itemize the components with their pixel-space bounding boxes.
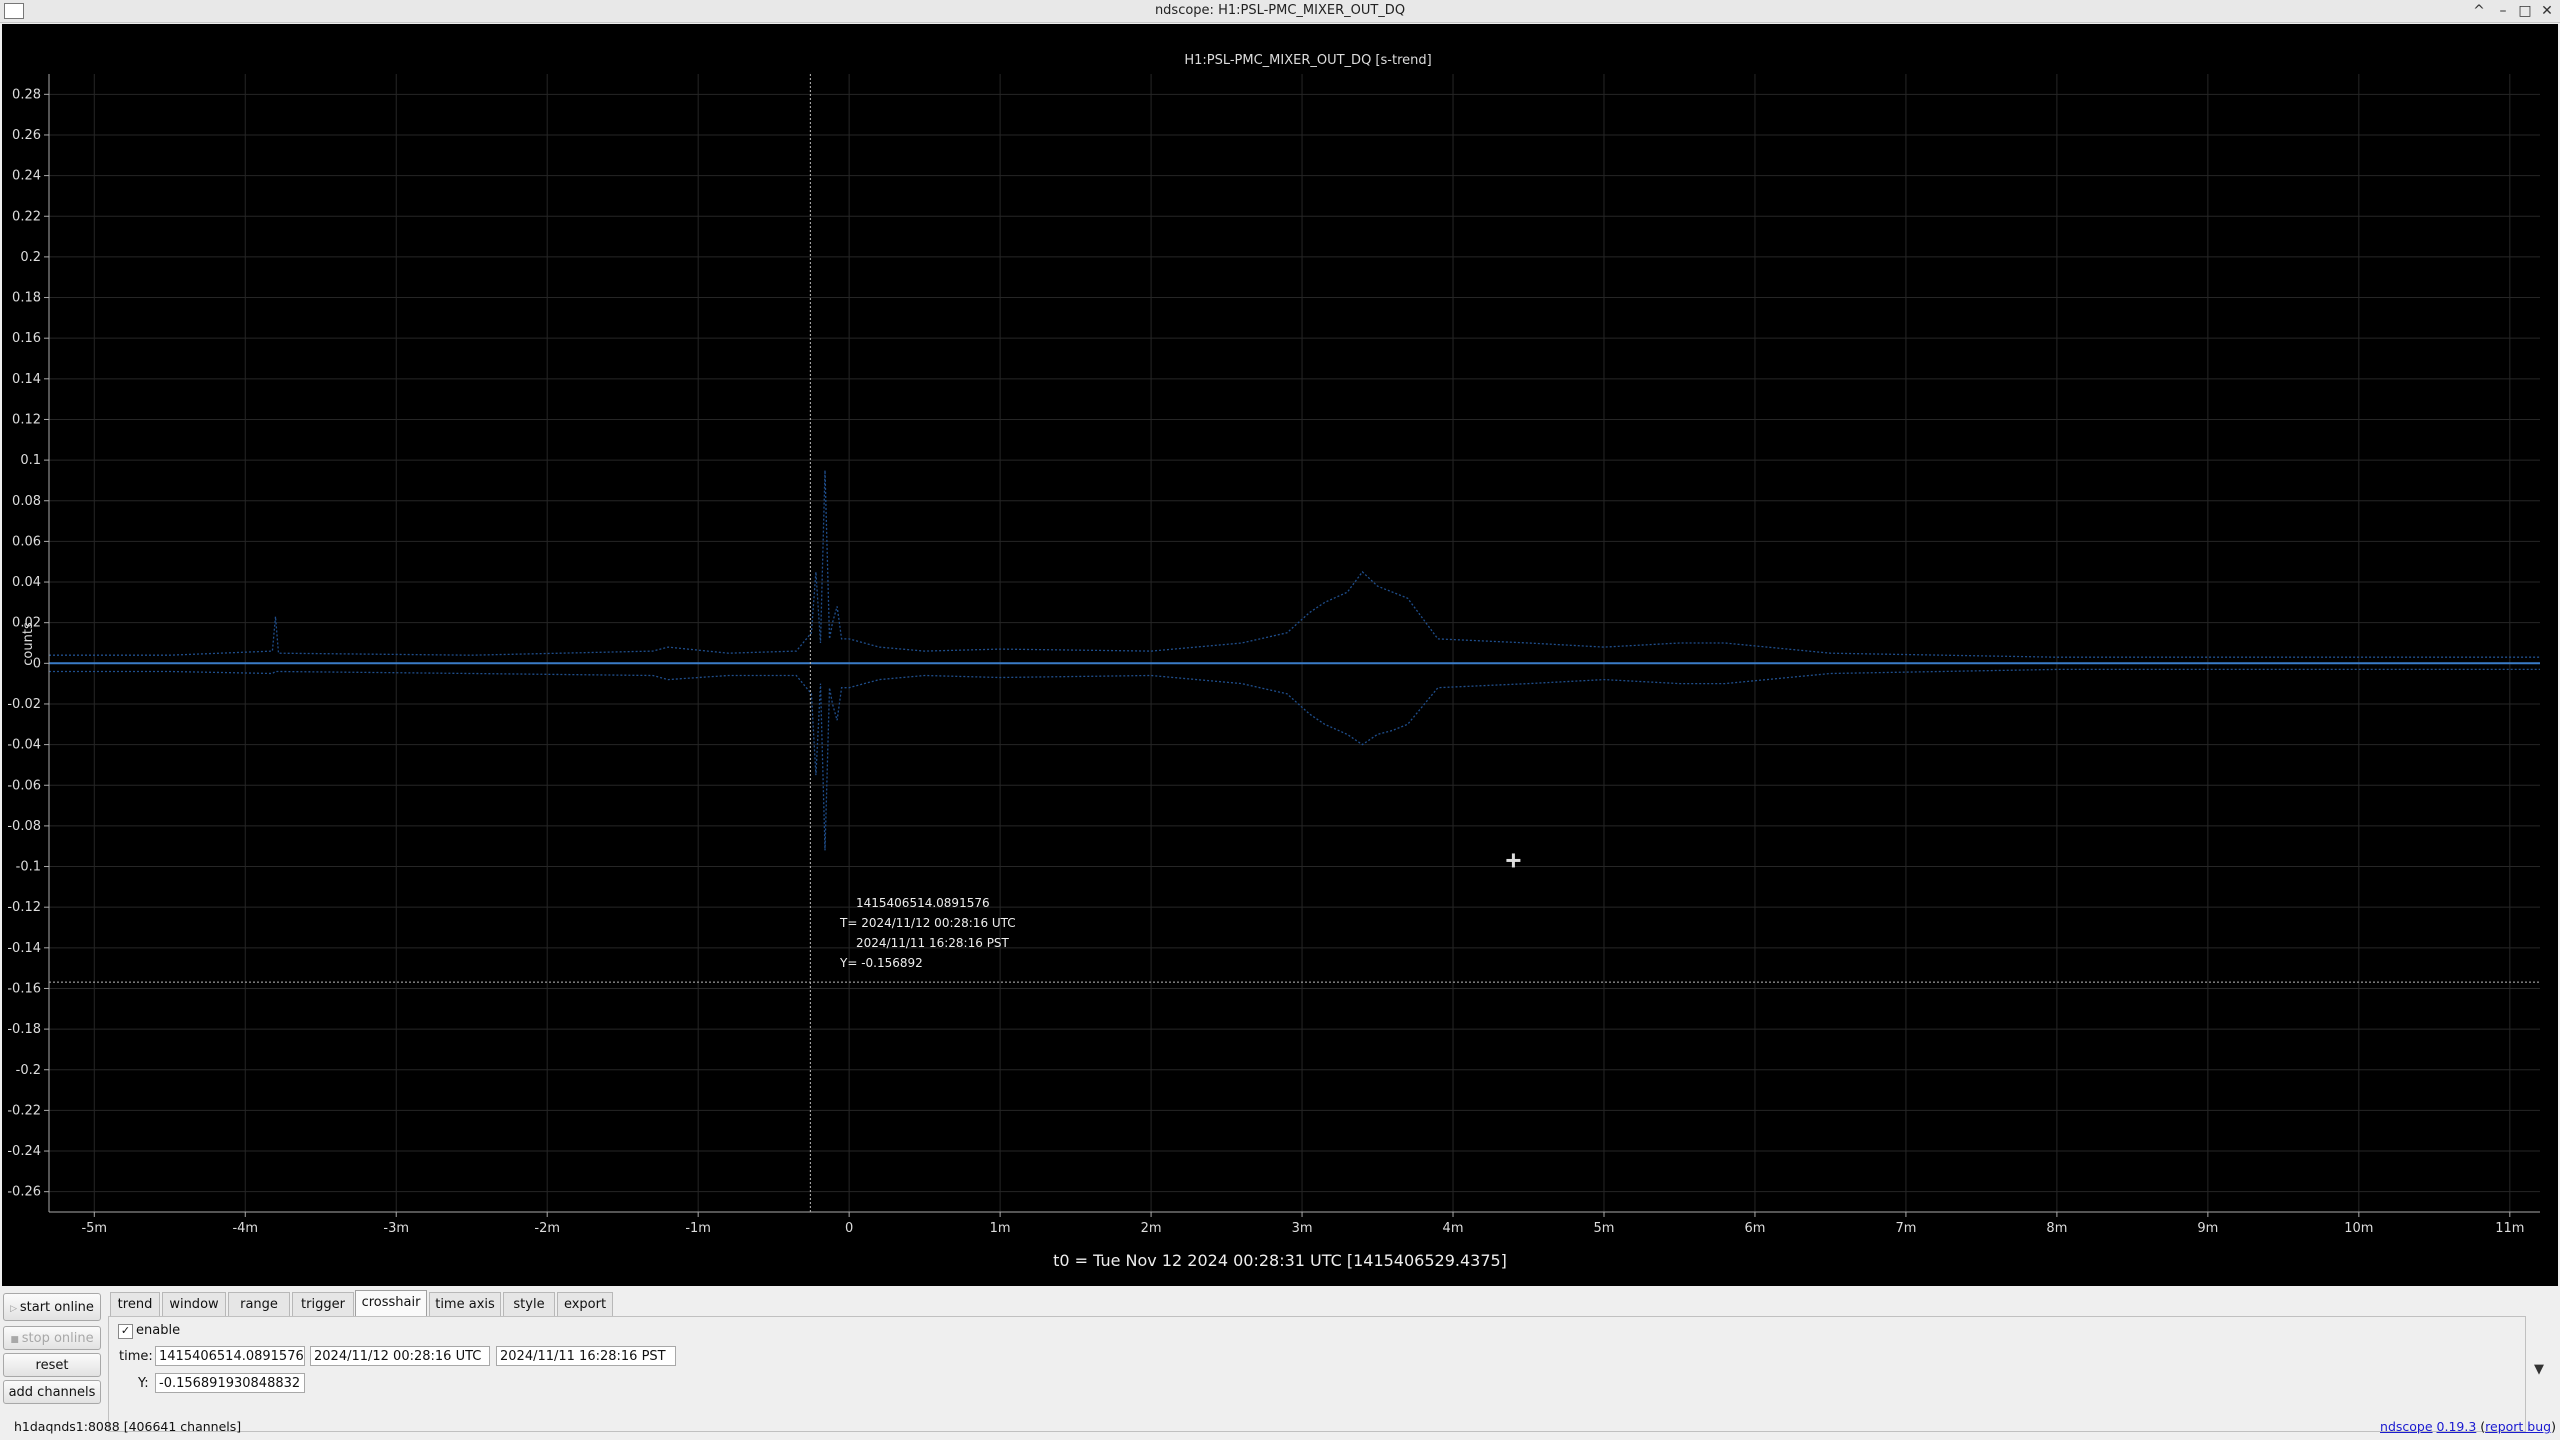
y-value-field[interactable]: -0.156891930848832 <box>155 1373 305 1393</box>
plot-title: H1:PSL-PMC_MIXER_OUT_DQ [s-trend] <box>1184 53 1431 68</box>
play-icon: ▷ <box>10 1304 20 1314</box>
move-cursor-icon <box>1506 853 1521 868</box>
x-tick-label: -4m <box>232 1221 258 1236</box>
maximize-button[interactable]: □ <box>2516 1 2534 21</box>
y-tick-label: -0.14 <box>7 941 41 956</box>
x-tick-label: 6m <box>1744 1221 1765 1236</box>
y-tick-label: 0.2 <box>20 250 41 265</box>
y-tick-label: -0.1 <box>16 860 41 875</box>
x-tick-label: 11m <box>2495 1221 2524 1236</box>
stop-online-label: stop online <box>21 1331 94 1346</box>
crosshair-gps-text: 1415406514.0891576 <box>856 896 990 910</box>
tab-export[interactable]: export <box>557 1292 613 1316</box>
crosshair-utc-text: T= 2024/11/12 00:28:16 UTC <box>839 916 1016 930</box>
crosshair-readout: 1415406514.0891576 T= 2024/11/12 00:28:1… <box>839 896 1016 970</box>
x-tick-label: 9m <box>2197 1221 2218 1236</box>
x-tick-label: 7m <box>1895 1221 1916 1236</box>
x-tick-label: 0 <box>845 1221 853 1236</box>
y-tick-label: -0.04 <box>7 738 41 753</box>
crosshair-pst-text: 2024/11/11 16:28:16 PST <box>856 936 1010 950</box>
tab-time-axis[interactable]: time axis <box>429 1292 501 1316</box>
y-tick-label: 0.14 <box>12 372 41 387</box>
window-title: ndscope: H1:PSL-PMC_MIXER_OUT_DQ <box>1154 3 1406 18</box>
report-bug-link[interactable]: report bug <box>2485 1419 2551 1434</box>
x-tick-label: -2m <box>534 1221 560 1236</box>
y-tick-label: 0.16 <box>12 331 41 346</box>
server-status: h1daqnds1:8088 [406641 channels] <box>14 1419 242 1434</box>
y-tick-label: -0.08 <box>7 819 41 834</box>
y-tick-label: 0.24 <box>12 169 41 184</box>
y-tick-label: -0.2 <box>16 1063 41 1078</box>
x-tick-label: 10m <box>2344 1221 2373 1236</box>
trend-plot[interactable]: -5m -4m -3m -2m -1m 0 1m 2m 3m 4m 5m 6m 7m 8m 9m 10m 11m… <box>2 24 2558 1286</box>
y-tick-label: 0.28 <box>12 87 41 102</box>
series-min-line <box>49 668 2540 851</box>
start-online-label: start online <box>19 1300 94 1315</box>
y-tick-label: -0.22 <box>7 1103 41 1118</box>
add-channels-button[interactable]: add channels <box>3 1380 101 1404</box>
stop-icon: ■ <box>10 1335 22 1345</box>
crosshair-tab-panel <box>108 1316 2526 1432</box>
time-utc-field[interactable]: 2024/11/12 00:28:16 UTC <box>310 1346 490 1366</box>
y-tick-label: -0.16 <box>7 981 41 996</box>
time-gps-field[interactable]: 1415406514.0891576 <box>155 1346 305 1366</box>
tab-trend[interactable]: trend <box>110 1292 160 1316</box>
plot-series <box>49 470 2540 851</box>
x-tick-label: 2m <box>1141 1221 1162 1236</box>
x-tick-label: -5m <box>81 1221 107 1236</box>
control-panel: ▷ start online ■ stop online reset add c… <box>0 1286 2560 1440</box>
y-label: Y: <box>138 1376 149 1391</box>
shade-button[interactable]: ^ <box>2470 1 2488 21</box>
stop-online-button[interactable]: ■ stop online <box>3 1326 101 1350</box>
time-pst-field[interactable]: 2024/11/11 16:28:16 PST <box>496 1346 676 1366</box>
y-tick-label: 0.22 <box>12 209 41 224</box>
crosshair-y-text: Y= -0.156892 <box>839 956 923 970</box>
x-tick-label: 1m <box>990 1221 1011 1236</box>
y-tick-label: -0.06 <box>7 778 41 793</box>
y-tick-label: 0.26 <box>12 128 41 143</box>
version-info: ndscope 0.19.3 (report bug) <box>2380 1419 2556 1434</box>
y-tick-label: -0.26 <box>7 1185 41 1200</box>
minimize-button[interactable]: – <box>2494 1 2512 21</box>
series-max-line <box>49 470 2540 658</box>
tab-crosshair[interactable]: crosshair <box>355 1290 427 1317</box>
x-tick-label: 4m <box>1443 1221 1464 1236</box>
title-bar: ndscope: H1:PSL-PMC_MIXER_OUT_DQ ^ – □ ✕ <box>0 0 2560 23</box>
reset-button[interactable]: reset <box>3 1353 101 1377</box>
y-tick-label: 0.04 <box>12 575 41 590</box>
tab-window[interactable]: window <box>162 1292 226 1316</box>
tab-style[interactable]: style <box>503 1292 555 1316</box>
enable-label: enable <box>136 1323 181 1338</box>
time-label: time: <box>119 1349 153 1364</box>
crosshair <box>49 74 2540 1212</box>
tab-range[interactable]: range <box>228 1292 290 1316</box>
collapse-triangle-icon[interactable]: ▼ <box>2534 1362 2544 1377</box>
y-tick-label: 0.12 <box>12 412 41 427</box>
version-link[interactable]: 0.19.3 <box>2437 1419 2477 1434</box>
start-online-button[interactable]: ▷ start online <box>3 1293 101 1321</box>
y-tick-label: 0.18 <box>12 291 41 306</box>
y-tick-label: -0.02 <box>7 697 41 712</box>
x-tick-label: 3m <box>1292 1221 1313 1236</box>
y-tick-label: -0.24 <box>7 1144 41 1159</box>
y-tick-label: -0.12 <box>7 900 41 915</box>
y-tick-label: 0.1 <box>20 453 41 468</box>
y-tick-label: -0.18 <box>7 1022 41 1037</box>
plot-grid <box>49 74 2540 1212</box>
plot-area[interactable]: -5m -4m -3m -2m -1m 0 1m 2m 3m 4m 5m 6m 7m 8m 9m 10m 11m… <box>2 24 2558 1286</box>
y-tick-label: 0.06 <box>12 534 41 549</box>
tab-trigger[interactable]: trigger <box>292 1292 354 1316</box>
ndscope-link[interactable]: ndscope <box>2380 1419 2433 1434</box>
x-tick-label: 5m <box>1594 1221 1615 1236</box>
plot-axes: -5m -4m -3m -2m -1m 0 1m 2m 3m 4m 5m 6m 7m 8m 9m 10m 11m… <box>7 74 2540 1236</box>
t0-label: t0 = Tue Nov 12 2024 00:28:31 UTC [14154… <box>1053 1251 1507 1270</box>
x-tick-label: -1m <box>685 1221 711 1236</box>
enable-checkbox[interactable]: ✓ <box>118 1324 133 1339</box>
close-button[interactable]: ✕ <box>2538 1 2556 21</box>
y-tick-label: 0.08 <box>12 494 41 509</box>
y-axis-label: counts <box>21 622 36 666</box>
x-tick-label: 8m <box>2046 1221 2067 1236</box>
x-tick-label: -3m <box>383 1221 409 1236</box>
